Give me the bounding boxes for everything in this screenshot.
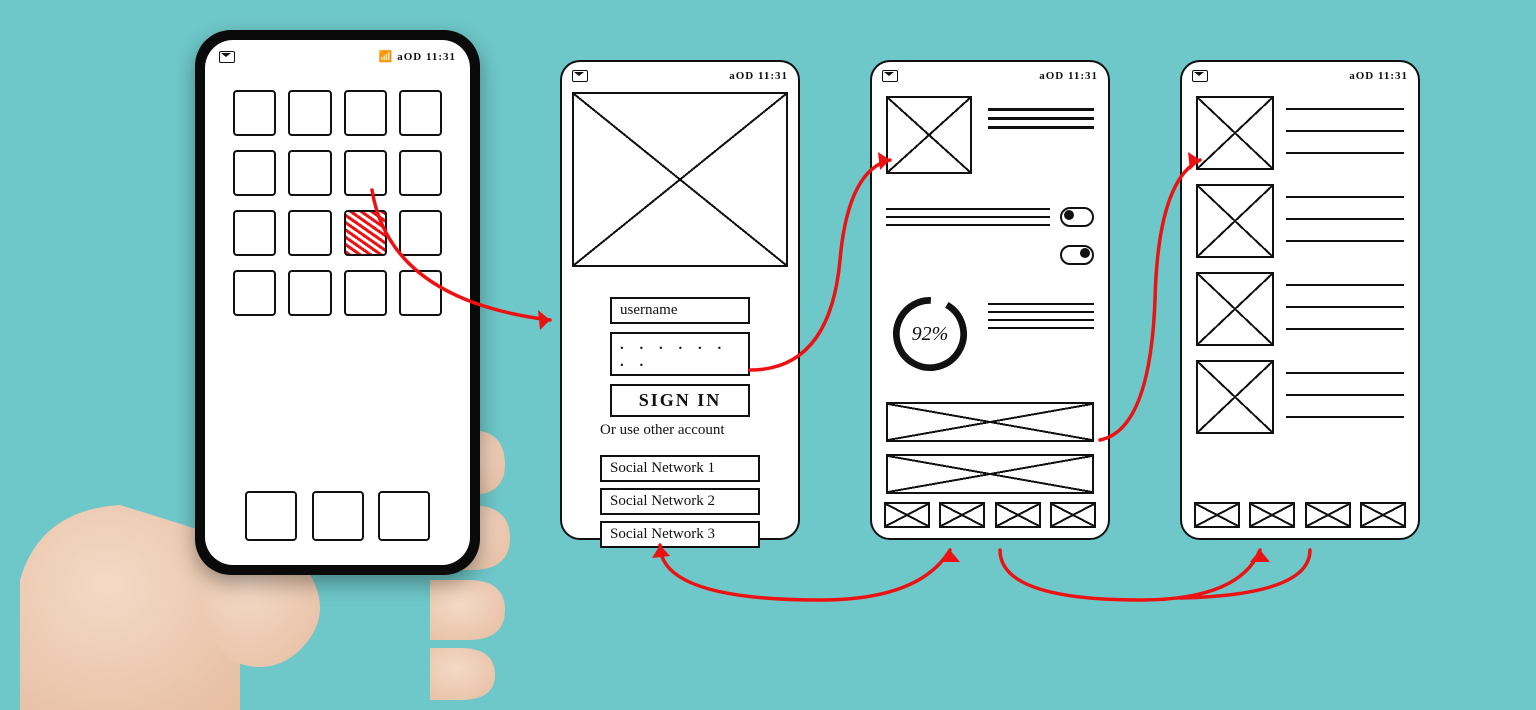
app-icon[interactable] xyxy=(288,150,331,196)
app-icon[interactable] xyxy=(288,210,331,256)
app-icon[interactable] xyxy=(233,90,276,136)
device-phone: 📶 aOD 11:31 xyxy=(195,30,480,575)
username-field[interactable]: username xyxy=(610,297,750,324)
tab-item[interactable] xyxy=(939,502,985,528)
list-thumb-placeholder xyxy=(1196,184,1274,258)
progress-gauge: 92% xyxy=(888,292,972,376)
tab-item[interactable] xyxy=(995,502,1041,528)
app-icon[interactable] xyxy=(233,270,276,316)
status-bar: 📶 aOD 11:31 xyxy=(219,50,456,63)
tab-item[interactable] xyxy=(1360,502,1406,528)
tab-item[interactable] xyxy=(1305,502,1351,528)
dock xyxy=(245,491,430,541)
tab-item[interactable] xyxy=(884,502,930,528)
app-icon[interactable] xyxy=(399,90,442,136)
social-login-button[interactable]: Social Network 2 xyxy=(600,488,760,515)
list-text-lines xyxy=(1286,272,1404,336)
list-thumb-placeholder xyxy=(1196,360,1274,434)
app-icon[interactable] xyxy=(344,270,387,316)
dock-app-icon[interactable] xyxy=(245,491,297,541)
list-item[interactable] xyxy=(1196,184,1404,258)
app-icon[interactable] xyxy=(399,150,442,196)
thumbnail-placeholder xyxy=(886,96,972,174)
app-icon[interactable] xyxy=(344,90,387,136)
banner-list xyxy=(886,402,1094,494)
mail-icon xyxy=(219,51,235,63)
detail-lines xyxy=(988,297,1094,335)
app-icon[interactable] xyxy=(233,210,276,256)
flow-arrow-back xyxy=(620,540,1340,630)
list-item[interactable] xyxy=(1196,96,1404,170)
mail-icon xyxy=(1192,70,1208,82)
password-field[interactable]: . . . . . . . . xyxy=(610,332,750,376)
tab-bar xyxy=(884,502,1096,528)
social-login-button[interactable]: Social Network 1 xyxy=(600,455,760,482)
wireframe-login: aOD 11:31 username . . . . . . . . SIGN … xyxy=(560,60,800,540)
app-icon[interactable] xyxy=(399,210,442,256)
signin-button[interactable]: SIGN IN xyxy=(610,384,750,417)
app-icon[interactable] xyxy=(233,150,276,196)
app-icon[interactable] xyxy=(399,270,442,316)
app-icon[interactable] xyxy=(344,210,387,256)
list-text-lines xyxy=(1286,360,1404,424)
list-text-lines xyxy=(1286,96,1404,160)
dock-app-icon[interactable] xyxy=(378,491,430,541)
status-bar: aOD 11:31 xyxy=(1192,70,1408,82)
app-icon[interactable] xyxy=(288,90,331,136)
tab-bar xyxy=(1194,502,1406,528)
signal-icon: 📶 xyxy=(379,51,397,63)
social-login-button[interactable]: Social Network 3 xyxy=(600,521,760,548)
toggle-2[interactable] xyxy=(1060,245,1094,265)
status-bar: aOD 11:31 xyxy=(572,70,788,82)
dock-app-icon[interactable] xyxy=(312,491,364,541)
heading-lines xyxy=(988,102,1094,135)
list-text-lines xyxy=(1286,184,1404,248)
app-icon[interactable] xyxy=(288,270,331,316)
list-thumb-placeholder xyxy=(1196,272,1274,346)
body-lines xyxy=(886,202,1050,232)
app-icon[interactable] xyxy=(344,150,387,196)
list-item[interactable] xyxy=(1196,360,1404,434)
wireframe-dashboard: aOD 11:31 92% xyxy=(870,60,1110,540)
wireframe-list: aOD 11:31 xyxy=(1180,60,1420,540)
banner-item[interactable] xyxy=(886,454,1094,494)
tab-item[interactable] xyxy=(1050,502,1096,528)
tab-item[interactable] xyxy=(1194,502,1240,528)
mail-icon xyxy=(572,70,588,82)
list-thumb-placeholder xyxy=(1196,96,1274,170)
toggle-1[interactable] xyxy=(1060,207,1094,227)
status-bar: aOD 11:31 xyxy=(882,70,1098,82)
mail-icon xyxy=(882,70,898,82)
tab-item[interactable] xyxy=(1249,502,1295,528)
banner-item[interactable] xyxy=(886,402,1094,442)
home-grid xyxy=(233,90,442,316)
list-item[interactable] xyxy=(1196,272,1404,346)
hero-image-placeholder xyxy=(572,92,788,267)
alt-login-label: Or use other account xyxy=(600,422,760,439)
